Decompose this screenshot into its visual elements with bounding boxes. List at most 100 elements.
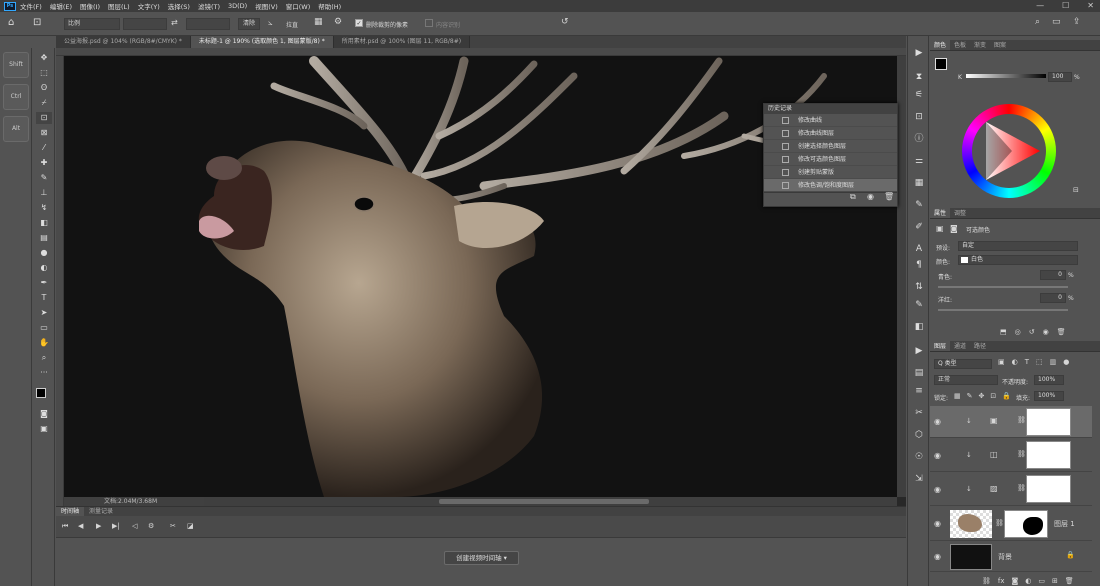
eye-icon[interactable]: ◉ [934, 417, 941, 426]
first-frame-icon[interactable]: ⏮ [62, 522, 68, 531]
cyan-value[interactable]: 0 [1040, 270, 1066, 280]
background-layer-thumb[interactable] [950, 544, 992, 570]
pen-tool-icon[interactable]: ✒ [36, 277, 52, 289]
brush-icon[interactable]: ✐ [911, 220, 927, 234]
clip-icon[interactable]: ⬒ [1000, 328, 1007, 338]
tab-paths[interactable]: 路径 [970, 341, 990, 351]
audio-icon[interactable]: ◁ [132, 522, 137, 530]
link-layers-icon[interactable]: ⛓ [982, 577, 991, 586]
blur-tool-icon[interactable]: ● [36, 247, 52, 259]
menu-image[interactable]: 图像(I) [80, 1, 100, 11]
light-icon[interactable]: ☉ [911, 450, 927, 464]
eye-icon[interactable]: ◉ [934, 519, 941, 528]
menu-filter[interactable]: 滤镜(T) [198, 1, 220, 11]
home-icon[interactable]: ⌂ [8, 17, 14, 28]
styles-icon[interactable]: ✎ [911, 298, 927, 312]
healing-tool-icon[interactable]: ✚ [36, 157, 52, 169]
more-tools-icon[interactable]: ··· [36, 367, 52, 379]
fill-field[interactable]: 100% [1034, 391, 1064, 401]
timeline-panel-icon[interactable]: ≡ [911, 384, 927, 398]
k-value-field[interactable]: 100 [1048, 72, 1072, 82]
layer-name[interactable]: 背景 [998, 552, 1012, 562]
tab-patterns[interactable]: 图案 [990, 40, 1010, 50]
link-icon[interactable]: ⛓ [1017, 450, 1026, 458]
transition-icon[interactable]: ◪ [187, 522, 194, 530]
layer-row[interactable]: ◉ ↓ ▨ ⛓ [930, 473, 1092, 506]
minimize-button[interactable]: — [1036, 1, 1044, 10]
vertical-scrollbar[interactable] [897, 56, 906, 497]
shape-filter-icon[interactable]: ⬚ [1036, 358, 1043, 368]
type-tool-icon[interactable]: T [36, 292, 52, 304]
link-icon[interactable]: ⛓ [995, 519, 1004, 527]
opacity-field[interactable]: 100% [1034, 375, 1064, 385]
layer-filter-select[interactable]: Q 类型 [934, 359, 992, 369]
link-icon[interactable]: ⛓ [1017, 484, 1026, 492]
doc-tab-active[interactable]: 未标题-1 @ 190% (选取颜色 1, 图层蒙版/8) * [190, 36, 334, 48]
move-tool-icon[interactable]: ✥ [36, 52, 52, 64]
straighten-icon[interactable]: ⦣ [268, 18, 273, 28]
tab-gradients[interactable]: 渐变 [970, 40, 990, 50]
colors-select[interactable]: 白色 [958, 255, 1078, 265]
delete-cropped-checkbox[interactable]: ✓ [355, 19, 363, 27]
delete-layer-icon[interactable]: 🗑 [1065, 577, 1074, 586]
foreground-color-swatch[interactable] [36, 388, 46, 398]
info-icon[interactable]: ⓘ [911, 132, 927, 146]
history-item[interactable]: 修改曲线 [764, 114, 897, 127]
color-wheel[interactable] [962, 104, 1056, 198]
crop-tool-icon[interactable]: ⊡ [36, 112, 52, 124]
preset-select[interactable]: 自定 [958, 241, 1078, 251]
menu-3d[interactable]: 3D(D) [228, 2, 247, 10]
marquee-tool-icon[interactable]: ⬚ [36, 67, 52, 79]
type-filter-icon[interactable]: T [1025, 358, 1029, 368]
crop-panel-icon[interactable]: ⊡ [911, 110, 927, 124]
3d-icon[interactable]: ⬡ [911, 428, 927, 442]
lock-position-icon[interactable]: ✥ [979, 392, 985, 402]
tab-properties[interactable]: 属性 [930, 208, 951, 218]
screen-mode-icon[interactable]: ▣ [36, 423, 52, 435]
layer-name[interactable]: 图层 1 [1054, 519, 1075, 529]
menu-select[interactable]: 选择(S) [168, 1, 190, 11]
visibility-icon[interactable]: ◉ [1043, 328, 1049, 338]
foreground-swatch[interactable] [935, 58, 947, 70]
tool-presets-icon[interactable]: ✂ [911, 406, 927, 420]
lock-pixels-icon[interactable]: ✎ [967, 392, 973, 402]
filter-toggle-icon[interactable]: ● [1063, 358, 1069, 368]
layer-comps-icon[interactable]: ◧ [911, 320, 927, 334]
adjustment-filter-icon[interactable]: ◐ [1012, 358, 1018, 368]
prev-frame-icon[interactable]: ◀ [78, 522, 83, 530]
trash-icon[interactable]: 🗑 [884, 192, 894, 201]
pixel-filter-icon[interactable]: ▣ [998, 358, 1005, 368]
delete-cropped-label[interactable]: 删除裁剪的像素 [366, 20, 408, 29]
layer-row[interactable]: ◉ ⛓ 图层 1 [930, 507, 1092, 541]
history-item[interactable]: 修改曲线图层 [764, 127, 897, 140]
expand-icon[interactable]: ⊟ [1073, 186, 1079, 194]
history-brush-icon[interactable]: ↯ [36, 202, 52, 214]
lock-artboard-icon[interactable]: ⊡ [990, 392, 996, 402]
new-layer-icon[interactable]: ⊞ [1052, 577, 1058, 586]
menu-view[interactable]: 视图(V) [255, 1, 278, 11]
delete-adjustment-icon[interactable]: 🗑 [1057, 328, 1066, 338]
straighten-label[interactable]: 拉直 [286, 20, 298, 29]
menu-help[interactable]: 帮助(H) [318, 1, 341, 11]
blend-mode-select[interactable]: 正常 [934, 375, 998, 385]
split-icon[interactable]: ✂ [170, 522, 176, 530]
history-item[interactable]: 创建选择颜色图层 [764, 140, 897, 153]
tab-channels[interactable]: 通道 [950, 341, 970, 351]
dodge-tool-icon[interactable]: ◐ [36, 262, 52, 274]
quick-mask-icon[interactable]: ◙ [36, 408, 52, 420]
layer-row[interactable]: ◉ 背景 🔒 [930, 542, 1092, 572]
tab-layers[interactable]: 图层 [930, 341, 951, 351]
link-icon[interactable]: ⛓ [1017, 416, 1026, 424]
menu-layer[interactable]: 图层(L) [108, 1, 130, 11]
gear-icon[interactable]: ⚙ [334, 17, 342, 27]
shift-key-button[interactable]: Shift [3, 52, 29, 78]
play-action-icon[interactable]: ▶ [911, 46, 927, 60]
crop-icon[interactable]: ⊡ [33, 17, 41, 28]
lock-transparent-icon[interactable]: ▦ [954, 392, 961, 402]
search-icon[interactable]: ⌕ [1035, 17, 1040, 27]
magenta-slider[interactable] [938, 309, 1068, 311]
export-icon[interactable]: ⇲ [911, 472, 927, 486]
paragraph-icon[interactable]: ⚟ [911, 88, 927, 102]
history-item[interactable]: 修改可选颜色图层 [764, 153, 897, 166]
k-slider[interactable] [966, 74, 1046, 78]
